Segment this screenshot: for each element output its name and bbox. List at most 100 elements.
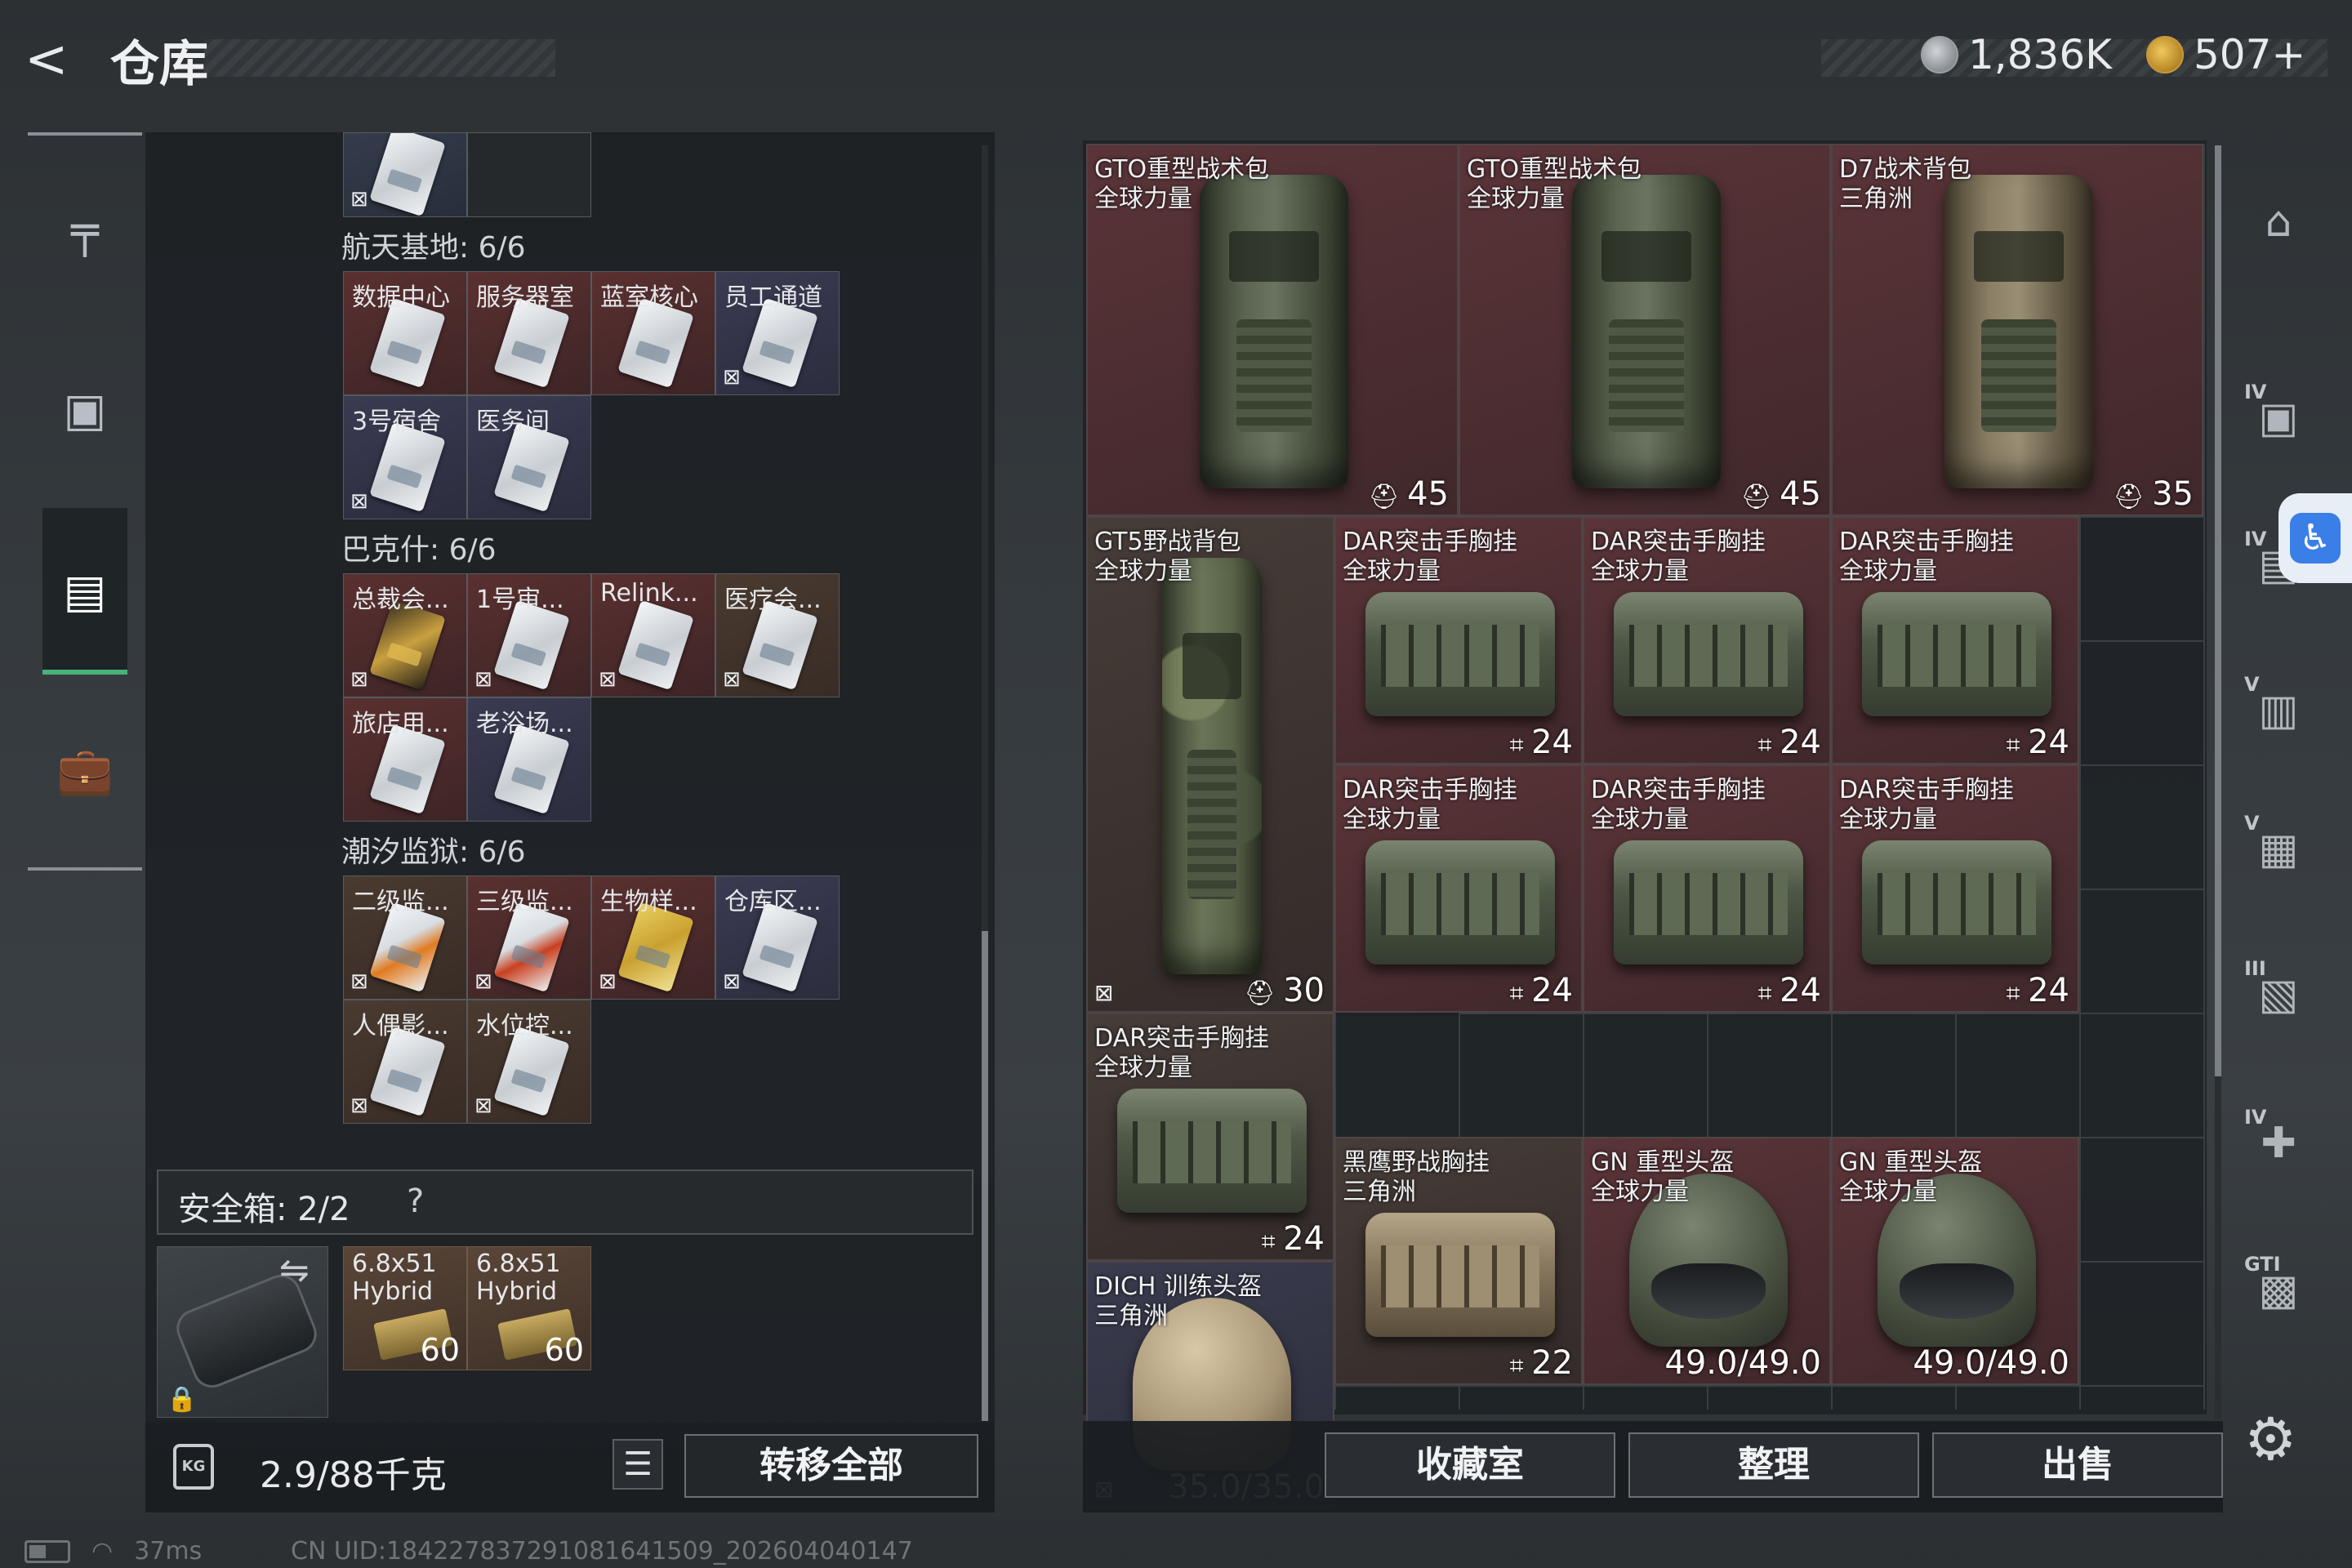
nav-equipment[interactable]: ▣ [28, 361, 142, 459]
section-label-aerospace: 航天基地: 6/6 [341, 231, 526, 265]
nav-weapons[interactable]: ╤ [28, 181, 142, 279]
back-button[interactable]: < [24, 31, 82, 88]
inventory-item[interactable]: D7战术背包 三角洲 ⛑ 35 [1831, 144, 2203, 516]
key-name: 蓝室核心 [600, 283, 698, 312]
item-faction: 全球力量 [1839, 805, 1937, 834]
chest-rig-image [1365, 840, 1555, 965]
key-slot[interactable]: 旅店用... [343, 697, 467, 822]
inventory-item[interactable]: DAR突击手胸挂 全球力量 ⌗ 24 [1086, 1013, 1334, 1261]
key-slot[interactable]: 服务器室 [467, 271, 591, 395]
nav-warehouse[interactable]: ▤ [28, 542, 142, 640]
capacity-value: ⌗ 24 [2007, 972, 2069, 1009]
currency-haf[interactable]: 1,836K [1921, 31, 2112, 78]
inventory-item[interactable]: GTO重型战术包 全球力量 ⛑ 45 [1086, 144, 1459, 516]
key-slot[interactable]: 员工通道 ⊠ [715, 271, 840, 395]
key-slot-partial[interactable]: ⊠ [343, 132, 467, 217]
accessibility-icon: ♿ [2290, 513, 2341, 564]
backpack-image [1571, 175, 1722, 488]
empty-slot[interactable] [467, 132, 591, 217]
inventory-item[interactable]: DAR突击手胸挂 全球力量 ⌗ 24 [1583, 764, 1831, 1013]
filter-tier-iv-medkit[interactable]: ✚ IV [2238, 1102, 2319, 1184]
key-name: 总裁会... [352, 586, 449, 614]
key-slot[interactable]: Relink... ⊠ [591, 573, 715, 697]
keycard-image [369, 133, 446, 216]
inventory-item[interactable]: DAR突击手胸挂 全球力量 ⌗ 24 [1334, 764, 1583, 1013]
inventory-item[interactable]: GT5野战背包 全球力量 ⛑ 30 ⊠ [1086, 516, 1334, 1013]
item-faction: 全球力量 [1591, 805, 1689, 834]
left-scrollbar-thumb[interactable] [982, 931, 988, 1421]
filter-gti[interactable]: ▩ GTI [2238, 1250, 2319, 1331]
key-slot[interactable]: 二级监... ⊠ [343, 875, 467, 1000]
filter-tier-iv-backpack[interactable]: ▣ IV [2238, 377, 2319, 459]
no-link-icon: ⊠ [474, 1094, 492, 1118]
key-slot[interactable]: 三级监... ⊠ [467, 875, 591, 1000]
inventory-item[interactable]: DAR突击手胸挂 全球力量 ⌗ 24 [1831, 764, 2079, 1013]
briefcase-icon: 💼 [56, 745, 114, 798]
key-slot[interactable]: 仓库区... ⊠ [715, 875, 840, 1000]
inventory-item[interactable]: GN 重型头盔 全球力量 49.0/49.0 [1583, 1137, 1831, 1385]
tier-label: IV [2244, 528, 2267, 550]
rig-capacity-icon: ⌗ [1509, 731, 1532, 760]
key-slot[interactable]: 人偶影... ⊠ [343, 1000, 467, 1124]
weight-value: 2.9/88千克 [260, 1454, 447, 1496]
key-slot[interactable]: 总裁会... ⊠ [343, 573, 467, 697]
item-stat: 24 [1283, 1220, 1325, 1258]
organize-button[interactable]: 整理 [1628, 1432, 1919, 1498]
capacity-value: ⌗ 24 [2007, 724, 2069, 761]
inventory-item[interactable]: DAR突击手胸挂 全球力量 ⌗ 24 [1334, 516, 1583, 764]
key-slot[interactable]: 1号审... ⊠ [467, 573, 591, 697]
key-name: 人偶影... [352, 1012, 449, 1040]
capacity-value: ⌗ 24 [1510, 972, 1573, 1009]
key-slot[interactable]: 医务间 [467, 395, 591, 519]
title-stripe [204, 39, 555, 77]
help-icon[interactable]: ? [407, 1183, 424, 1220]
capacity-value: ⌗ 24 [1510, 724, 1573, 761]
tier-label: III [2244, 957, 2266, 980]
ping-value: 37ms [134, 1537, 203, 1566]
transfer-all-button[interactable]: 转移全部 [684, 1434, 978, 1498]
filter-tier-iii-rig[interactable]: ▧ III [2238, 954, 2319, 1036]
key-slot[interactable]: 数据中心 [343, 271, 467, 395]
item-faction: 三角洲 [1343, 1178, 1416, 1206]
no-link-icon: ⊠ [350, 187, 368, 212]
nav-case[interactable]: 💼 [28, 722, 142, 820]
sell-button[interactable]: 出售 [1932, 1432, 2223, 1498]
key-slot[interactable]: 水位控... ⊠ [467, 1000, 591, 1124]
key-slot[interactable]: 蓝室核心 [591, 271, 715, 395]
settings-button[interactable]: ⚙ [2244, 1405, 2297, 1473]
inventory-item[interactable]: GTO重型战术包 全球力量 ⛑ 45 [1459, 144, 1831, 516]
key-slot[interactable]: 医疗会... ⊠ [715, 573, 840, 697]
tier-v-rig-icon: ▥ [2258, 686, 2299, 735]
rig-capacity-icon: ⌗ [1757, 979, 1780, 1008]
collection-room-button[interactable]: 收藏室 [1325, 1432, 1615, 1498]
filter-home[interactable]: ⌂ [2238, 181, 2319, 263]
ammo-slot[interactable]: 6.8x51 Hybrid 60 [343, 1246, 467, 1370]
swap-icon[interactable]: ⇋ [279, 1250, 310, 1291]
key-slot[interactable]: 老浴场... [467, 697, 591, 822]
filter-tier-v-rig[interactable]: ▥ V [2238, 670, 2319, 751]
key-slot[interactable]: 生物样... ⊠ [591, 875, 715, 1000]
ammo-name: 6.8x51 Hybrid [476, 1250, 561, 1306]
backpack-image [1944, 175, 2094, 488]
inventory-item[interactable]: GN 重型头盔 全球力量 49.0/49.0 [1831, 1137, 2079, 1385]
item-faction: 全球力量 [1343, 557, 1441, 586]
rig-capacity-icon: ⌗ [1261, 1227, 1284, 1256]
accessibility-button[interactable]: ♿ [2278, 493, 2352, 583]
item-stat: 35 [2152, 475, 2194, 513]
key-name: 水位控... [476, 1012, 573, 1040]
filter-tier-v-armor[interactable]: ▦ V [2238, 808, 2319, 890]
backpack-capacity-icon: ⛑ [2113, 483, 2153, 511]
currency-delta-value: 507+ [2194, 31, 2306, 78]
inventory-item[interactable]: DAR突击手胸挂 全球力量 ⌗ 24 [1583, 516, 1831, 764]
inventory-item[interactable]: DAR突击手胸挂 全球力量 ⌗ 24 [1831, 516, 2079, 764]
currency-delta[interactable]: 507+ [2146, 31, 2305, 78]
ammo-slot[interactable]: 6.8x51 Hybrid 60 [467, 1246, 591, 1370]
right-scrollbar-thumb[interactable] [2215, 145, 2221, 1076]
key-slot[interactable]: 3号宿舍 ⊠ [343, 395, 467, 519]
inventory-item[interactable]: 黑鹰野战胸挂 三角洲 ⌗ 22 [1334, 1137, 1583, 1385]
list-view-button[interactable]: ☰ [612, 1439, 663, 1490]
key-name: 二级监... [352, 888, 449, 916]
item-faction: 全球力量 [1343, 805, 1441, 834]
item-stat: 49.0/49.0 [1913, 1344, 2069, 1382]
ammo-count: 60 [544, 1332, 584, 1368]
